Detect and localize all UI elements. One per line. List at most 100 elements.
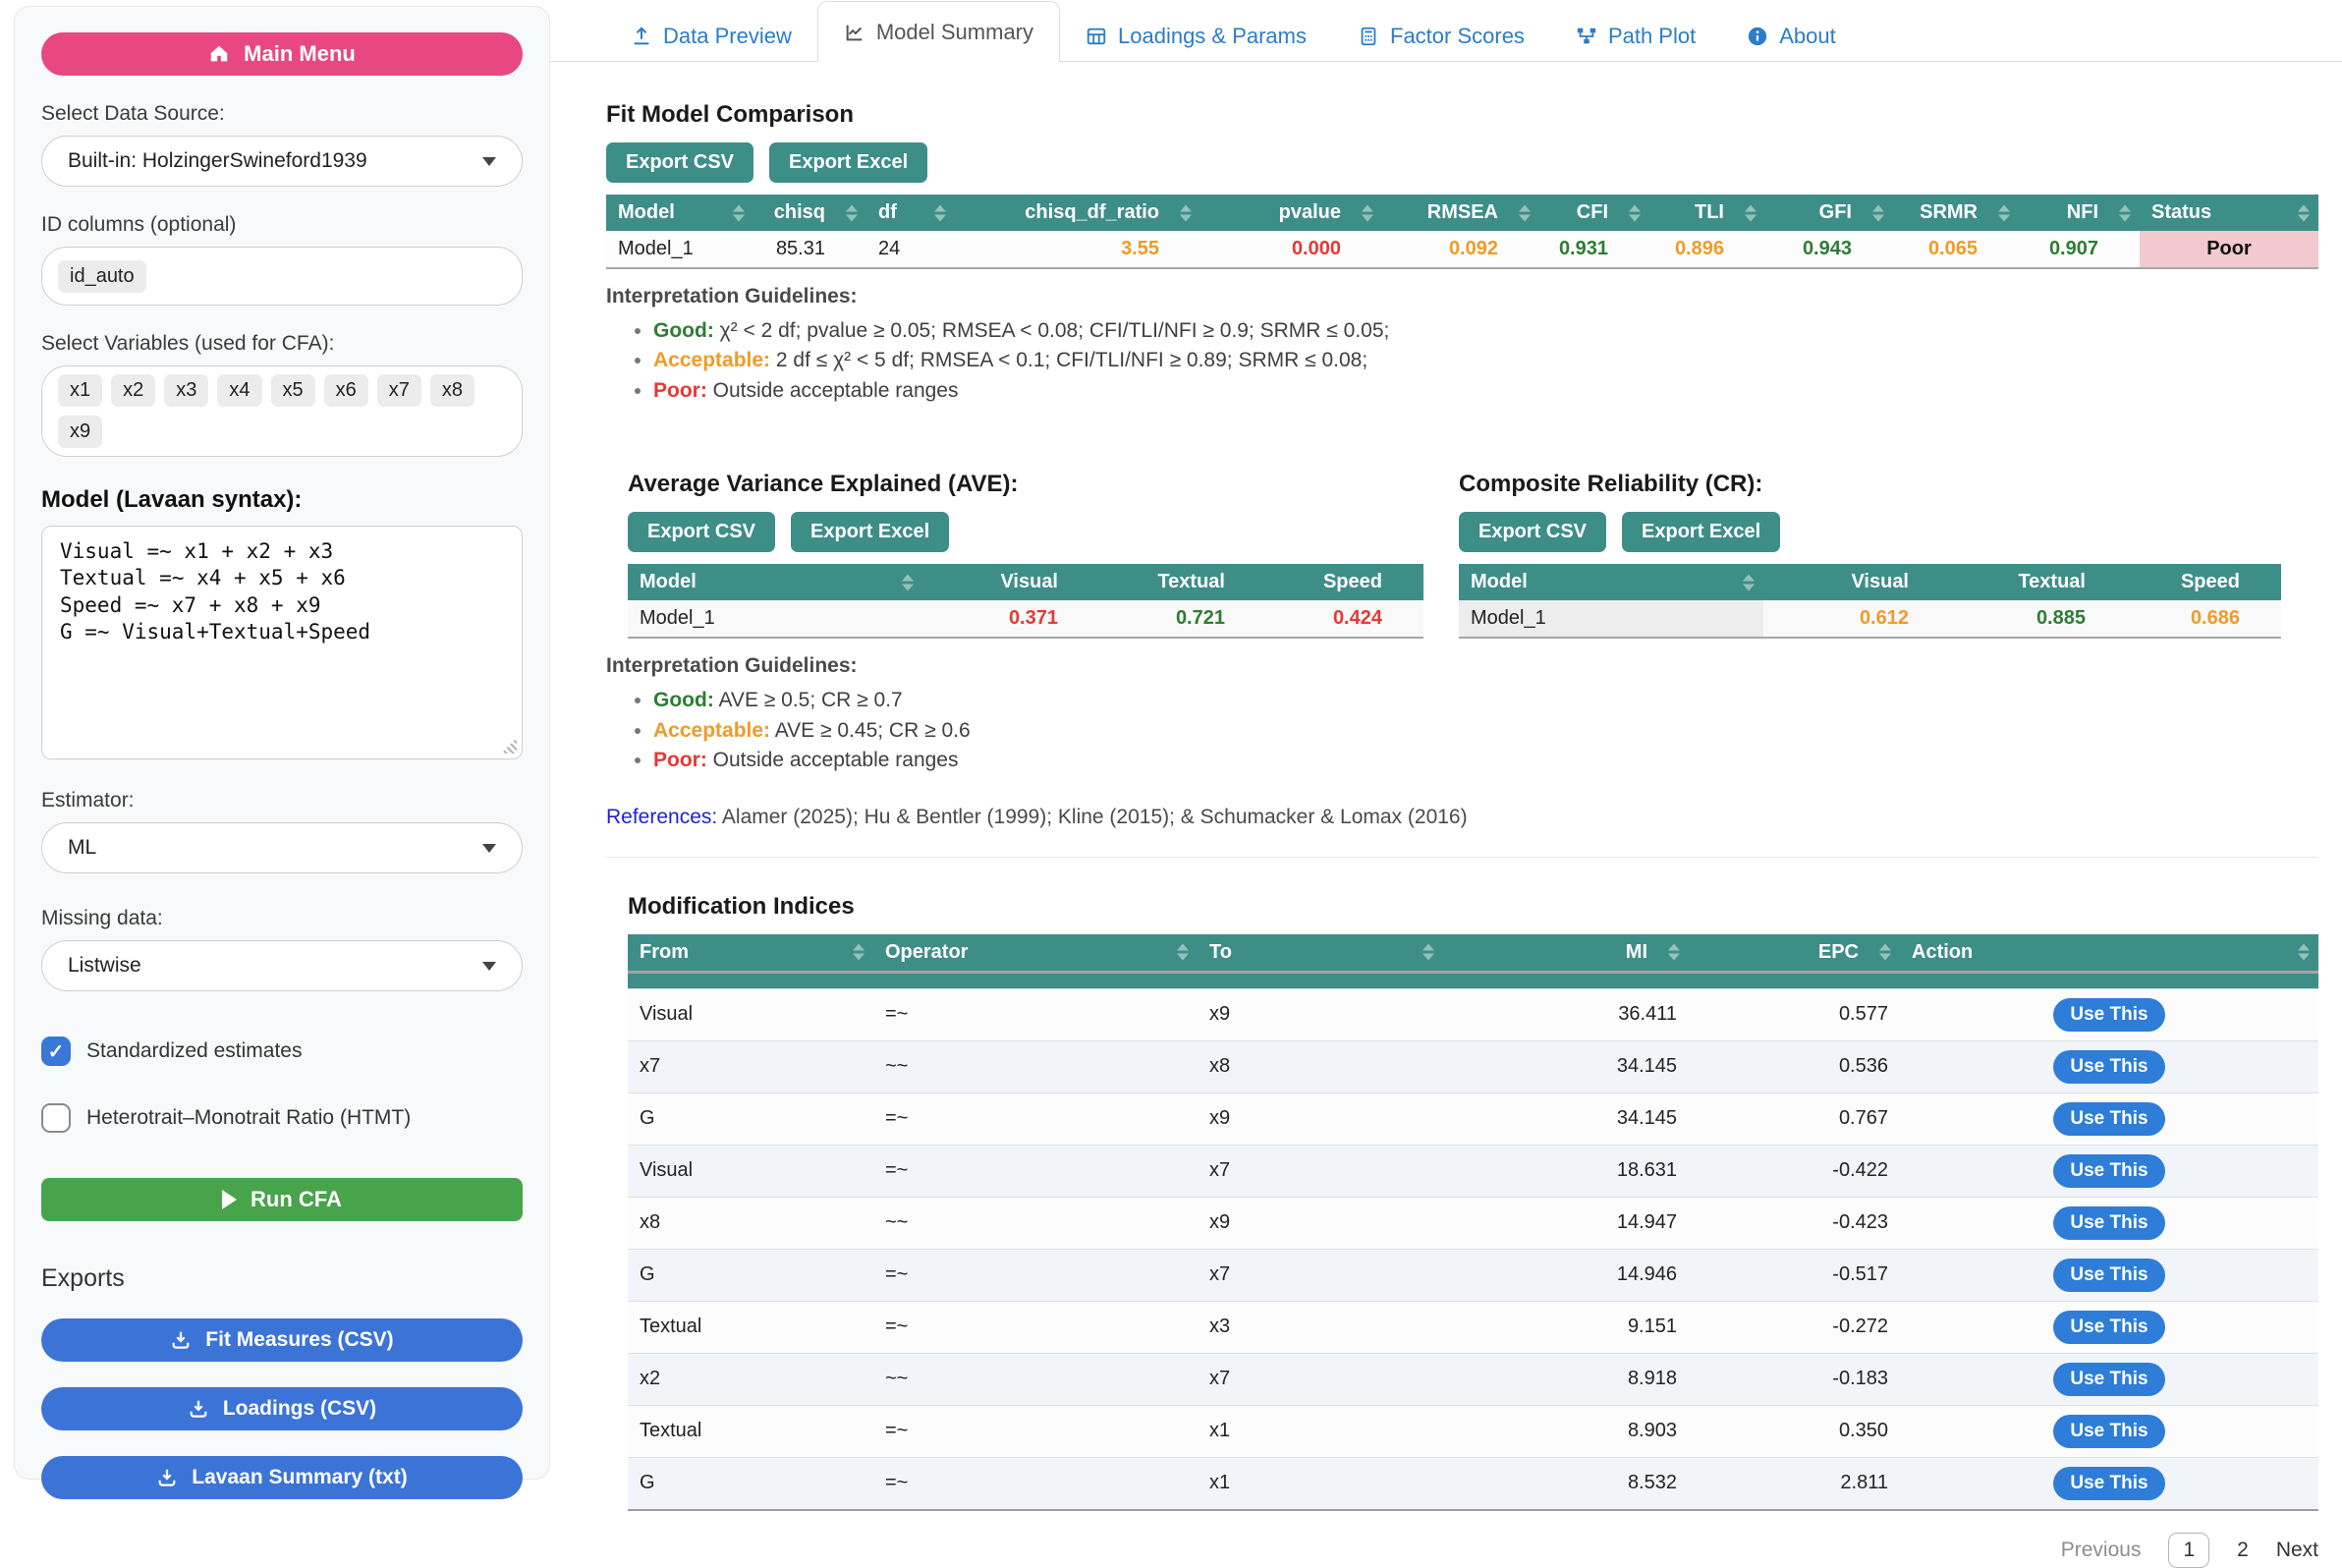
tab-label: Loadings & Params (1118, 24, 1307, 49)
pagination-page-1[interactable]: 1 (2168, 1533, 2209, 1568)
cr-export-excel-button[interactable]: Export Excel (1622, 512, 1780, 552)
htmt-checkbox[interactable] (41, 1103, 71, 1133)
use-this-button[interactable]: Use This (2053, 1154, 2164, 1188)
mi-to: x9 (1198, 1197, 1443, 1249)
id-columns-input[interactable]: id_auto (41, 247, 523, 306)
col-header-rmsea[interactable]: RMSEA (1382, 195, 1539, 231)
mi-value: 8.918 (1443, 1353, 1689, 1405)
upload-icon (631, 26, 652, 47)
col-header-textual[interactable]: Textual (1099, 564, 1266, 600)
col-header-visual[interactable]: Visual (922, 564, 1099, 600)
use-this-button[interactable]: Use This (2053, 1415, 2164, 1448)
sort-icon (1743, 574, 1755, 590)
variables-input[interactable]: x1 x2 x3 x4 x5 x6 x7 x8 x9 (41, 365, 523, 457)
cr-export-csv-button[interactable]: Export CSV (1459, 512, 1606, 552)
col-header-status[interactable]: Status (2140, 195, 2318, 231)
col-header-srmr[interactable]: SRMR (1893, 195, 2019, 231)
cr-title: Composite Reliability (CR): (1459, 471, 2281, 498)
variable-chip[interactable]: x9 (58, 416, 102, 448)
estimator-select[interactable]: ML (41, 822, 523, 873)
table-row: x7 ~~ x8 34.145 0.536 Use This (628, 1040, 2318, 1092)
col-header-tli[interactable]: TLI (1649, 195, 1765, 231)
ave-title: Average Variance Explained (AVE): (628, 471, 1459, 498)
tab-about[interactable]: About (1721, 12, 1862, 61)
sort-icon (1879, 944, 1891, 961)
tab-data-preview[interactable]: Data Preview (605, 12, 817, 61)
references-line: References: Alamer (2025); Hu & Bentler … (606, 806, 2342, 829)
use-this-button[interactable]: Use This (2053, 1363, 2164, 1396)
ave-export-excel-button[interactable]: Export Excel (791, 512, 949, 552)
pagination-previous[interactable]: Previous (2061, 1539, 2142, 1562)
col-header-cfi[interactable]: CFI (1539, 195, 1649, 231)
resize-handle[interactable] (501, 738, 517, 754)
col-header-speed[interactable]: Speed (1266, 564, 1423, 600)
col-header-from[interactable]: From (628, 934, 873, 973)
col-header-mi[interactable]: MI (1443, 934, 1689, 973)
mi-epc: 0.577 (1689, 988, 1900, 1040)
lavaan-summary-button[interactable]: Lavaan Summary (txt) (41, 1456, 523, 1499)
fit-model-cell: Model_1 (606, 231, 753, 268)
col-header-model[interactable]: Model (1459, 564, 1763, 600)
guidelines-title: Interpretation Guidelines: (606, 285, 2342, 308)
missing-data-select[interactable]: Listwise (41, 940, 523, 991)
sort-icon (1998, 204, 2010, 221)
fit-srmr-cell: 0.065 (1893, 231, 2019, 268)
sort-icon (1629, 204, 1641, 221)
data-source-select[interactable]: Built-in: HolzingerSwineford1939 (41, 136, 523, 187)
col-header-action[interactable]: Action (1900, 934, 2318, 973)
fit-export-excel-button[interactable]: Export Excel (769, 142, 927, 183)
mi-epc: 2.811 (1689, 1457, 1900, 1510)
variable-chip[interactable]: x3 (164, 374, 208, 407)
loadings-csv-button[interactable]: Loadings (CSV) (41, 1387, 523, 1430)
use-this-button[interactable]: Use This (2053, 1467, 2164, 1500)
variable-chip[interactable]: x1 (58, 374, 102, 407)
col-header-chisq[interactable]: chisq (753, 195, 866, 231)
col-header-df[interactable]: df (866, 195, 955, 231)
col-header-speed[interactable]: Speed (2127, 564, 2281, 600)
variable-chip[interactable]: x4 (217, 374, 261, 407)
cr-table: Model Visual Textual Speed Model_1 0.612… (1459, 564, 2281, 639)
col-header-visual[interactable]: Visual (1763, 564, 1950, 600)
pagination-page-2[interactable]: 2 (2237, 1539, 2249, 1562)
col-header-textual[interactable]: Textual (1950, 564, 2127, 600)
col-header-gfi[interactable]: GFI (1765, 195, 1893, 231)
col-header-model[interactable]: Model (606, 195, 753, 231)
variable-chip[interactable]: x6 (324, 374, 368, 407)
lavaan-summary-label: Lavaan Summary (txt) (192, 1466, 407, 1489)
mi-value: 36.411 (1443, 988, 1689, 1040)
tab-model-summary[interactable]: Model Summary (817, 1, 1060, 62)
ave-export-csv-button[interactable]: Export CSV (628, 512, 775, 552)
use-this-button[interactable]: Use This (2053, 1102, 2164, 1136)
col-header-pvalue[interactable]: pvalue (1200, 195, 1382, 231)
use-this-button[interactable]: Use This (2053, 1206, 2164, 1240)
col-header-to[interactable]: To (1198, 934, 1443, 973)
use-this-button[interactable]: Use This (2053, 1259, 2164, 1292)
col-header-epc[interactable]: EPC (1689, 934, 1900, 973)
fit-measures-csv-button[interactable]: Fit Measures (CSV) (41, 1318, 523, 1362)
ave-section: Average Variance Explained (AVE): Export… (628, 471, 1459, 639)
variable-chip[interactable]: x8 (430, 374, 474, 407)
guideline-good: Good: AVE ≥ 0.5; CR ≥ 0.7 (653, 686, 2342, 715)
model-syntax-textarea[interactable]: Visual =~ x1 + x2 + x3 Textual =~ x4 + x… (41, 526, 523, 759)
tab-path-plot[interactable]: Path Plot (1550, 12, 1721, 61)
standardized-checkbox[interactable]: ✓ (41, 1036, 71, 1066)
use-this-button[interactable]: Use This (2053, 1050, 2164, 1084)
id-chip[interactable]: id_auto (58, 260, 146, 293)
col-header-model[interactable]: Model (628, 564, 922, 600)
col-header-nfi[interactable]: NFI (2019, 195, 2140, 231)
use-this-button[interactable]: Use This (2053, 998, 2164, 1032)
variable-chip[interactable]: x7 (377, 374, 421, 407)
fit-export-csv-button[interactable]: Export CSV (606, 142, 753, 183)
col-header-operator[interactable]: Operator (873, 934, 1198, 973)
col-header-ratio[interactable]: chisq_df_ratio (955, 195, 1200, 231)
variable-chip[interactable]: x2 (111, 374, 155, 407)
mi-from: G (628, 1092, 873, 1145)
tab-factor-scores[interactable]: Factor Scores (1332, 12, 1550, 61)
variable-chip[interactable]: x5 (271, 374, 315, 407)
main-menu-button[interactable]: Main Menu (41, 32, 523, 76)
pagination-next[interactable]: Next (2276, 1539, 2318, 1562)
use-this-button[interactable]: Use This (2053, 1311, 2164, 1344)
mi-from: Visual (628, 1145, 873, 1197)
tab-loadings-params[interactable]: Loadings & Params (1060, 12, 1332, 61)
run-cfa-button[interactable]: Run CFA (41, 1178, 523, 1221)
